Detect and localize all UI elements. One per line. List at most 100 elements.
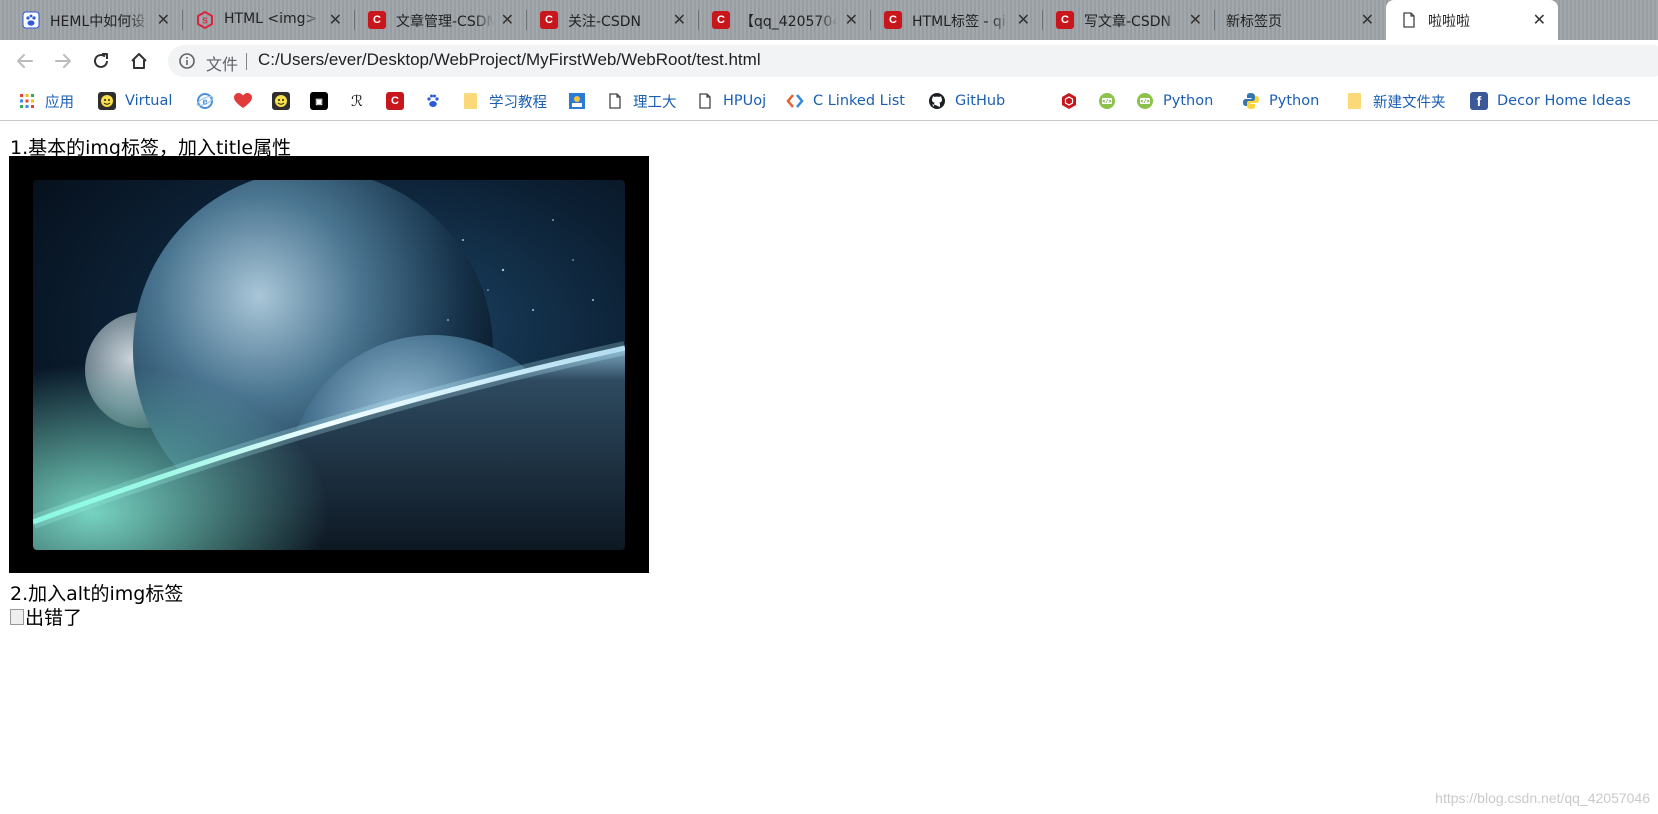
csdn-icon: C bbox=[368, 11, 386, 29]
bookmark-label: Python bbox=[1163, 93, 1214, 109]
image-alt-text: 出错了 bbox=[25, 607, 83, 629]
tab-title: 【qq_4205704 bbox=[740, 14, 838, 30]
bookmark-label: HPUoj bbox=[723, 93, 767, 109]
bookmark-ie[interactable]: e bbox=[196, 90, 214, 112]
bookmark-label: Python bbox=[1269, 93, 1320, 109]
forward-button[interactable] bbox=[50, 48, 76, 74]
tab-follow-csdn[interactable]: C 关注-CSDN ✕ bbox=[526, 0, 698, 40]
reload-button[interactable] bbox=[88, 48, 114, 74]
tab-title: HTML标签 - qi bbox=[912, 14, 1006, 30]
bookmark-github[interactable]: GitHub bbox=[928, 90, 1005, 112]
bookmark-label: 应用 bbox=[45, 94, 74, 111]
black-square-icon: ▣ bbox=[310, 92, 328, 110]
close-icon[interactable]: ✕ bbox=[845, 10, 858, 29]
bookmark-decor-home-ideas[interactable]: f Decor Home Ideas bbox=[1470, 90, 1631, 112]
python-icon bbox=[1242, 92, 1260, 110]
tab-write-article[interactable]: C 写文章-CSDN ✕ bbox=[1042, 0, 1214, 40]
csdn-icon: C bbox=[884, 11, 902, 29]
close-icon[interactable]: ✕ bbox=[1189, 10, 1202, 29]
close-icon[interactable]: ✕ bbox=[1361, 10, 1374, 29]
svg-text:S: S bbox=[202, 17, 208, 26]
back-arrow-icon bbox=[17, 54, 33, 68]
reload-icon bbox=[94, 53, 108, 68]
document-icon bbox=[696, 92, 714, 110]
smiley-icon bbox=[98, 92, 116, 110]
document-icon bbox=[606, 92, 624, 110]
bookmark-apps[interactable]: 应用 bbox=[18, 90, 74, 112]
tab-new-tab[interactable]: 新标签页 ✕ bbox=[1214, 0, 1386, 40]
watermark: https://blog.csdn.net/qq_42057046 bbox=[1435, 790, 1650, 806]
tab-html-tags[interactable]: C HTML标签 - qi ✕ bbox=[870, 0, 1042, 40]
apps-grid-icon bbox=[18, 92, 36, 110]
close-icon[interactable]: ✕ bbox=[157, 10, 170, 29]
tab-strip: HEML中如何设 ✕ S HTML <img> ✕ C 文章管理-CSDN ✕ … bbox=[0, 0, 1658, 40]
bookmark-picture[interactable] bbox=[568, 90, 586, 112]
bookmark-baidu[interactable] bbox=[424, 90, 442, 112]
bookmark-folder-tutorials[interactable]: 学习教程 bbox=[462, 90, 547, 112]
tab-title: HEML中如何设 bbox=[50, 14, 146, 30]
bookmark-hpuoj[interactable]: HPUoj bbox=[696, 90, 766, 112]
tab-article-manage[interactable]: C 文章管理-CSDN ✕ bbox=[354, 0, 526, 40]
bookmark-csdn[interactable]: C bbox=[386, 90, 404, 112]
bookmark-label: C Linked List bbox=[813, 93, 905, 109]
tab-baidu[interactable]: HEML中如何设 ✕ bbox=[8, 0, 182, 40]
bookmark-label: Virtual bbox=[125, 93, 173, 109]
bookmark-black-square[interactable]: ▣ bbox=[310, 90, 328, 112]
red-cube-icon bbox=[1060, 92, 1078, 110]
bookmark-label: 新建文件夹 bbox=[1373, 94, 1446, 111]
smiley-icon bbox=[272, 92, 290, 110]
bookmark-python-2[interactable]: Python bbox=[1242, 90, 1319, 112]
omnibox-divider bbox=[246, 53, 247, 70]
home-button[interactable] bbox=[126, 48, 152, 74]
bookmark-ligongda[interactable]: 理工大 bbox=[606, 90, 677, 112]
document-icon bbox=[1400, 11, 1418, 29]
bookmark-label: GitHub bbox=[955, 93, 1006, 109]
page-content: 1.基本的img标签，加入title属性 2.加入alt的img标签 出错了 h… bbox=[0, 121, 1658, 814]
bookmark-python-1[interactable]: </> Python bbox=[1136, 90, 1213, 112]
url-text[interactable]: C:/Users/ever/Desktop/WebProject/MyFirst… bbox=[258, 50, 761, 70]
bookmark-new-folder[interactable]: 新建文件夹 bbox=[1346, 90, 1446, 112]
broken-image: 出错了 bbox=[10, 603, 82, 630]
heart-icon bbox=[234, 92, 252, 110]
bookmark-green-code[interactable]: </> bbox=[1098, 90, 1116, 112]
folder-icon bbox=[462, 92, 480, 110]
address-bar[interactable]: 文件 C:/Users/ever/Desktop/WebProject/MyFi… bbox=[168, 45, 1658, 77]
tab-title: 写文章-CSDN bbox=[1084, 14, 1171, 30]
bookmark-script[interactable]: ℛ bbox=[348, 90, 366, 112]
csdn-icon: C bbox=[386, 92, 404, 110]
csdn-icon: C bbox=[712, 11, 730, 29]
bookmark-heart[interactable] bbox=[234, 90, 252, 112]
bookmark-virtual[interactable]: Virtual bbox=[98, 90, 172, 112]
bookmark-red-cube[interactable] bbox=[1060, 90, 1078, 112]
picture-icon bbox=[568, 92, 586, 110]
tab-html-img[interactable]: S HTML <img> ✕ bbox=[182, 0, 354, 40]
bookmark-smiley[interactable] bbox=[272, 90, 290, 112]
tab-title: 新标签页 bbox=[1226, 14, 1282, 30]
baidu-icon bbox=[22, 11, 40, 29]
close-icon[interactable]: ✕ bbox=[501, 10, 514, 29]
tab-title: HTML <img> bbox=[224, 11, 318, 27]
info-icon[interactable] bbox=[178, 52, 196, 74]
tab-active-lalala[interactable]: 啦啦啦 ✕ bbox=[1386, 0, 1558, 40]
browser-window: HEML中如何设 ✕ S HTML <img> ✕ C 文章管理-CSDN ✕ … bbox=[0, 0, 1658, 814]
close-icon[interactable]: ✕ bbox=[1017, 10, 1030, 29]
svg-text:</>: </> bbox=[1140, 99, 1149, 105]
tab-qq-user[interactable]: C 【qq_4205704 ✕ bbox=[698, 0, 870, 40]
heading-line-2: 2.加入alt的img标签 bbox=[10, 583, 184, 605]
close-icon[interactable]: ✕ bbox=[1533, 10, 1546, 29]
svg-text:e: e bbox=[202, 97, 207, 107]
html-icon: S bbox=[196, 11, 214, 29]
csdn-icon: C bbox=[540, 11, 558, 29]
back-button[interactable] bbox=[12, 48, 38, 74]
bookmark-label: 理工大 bbox=[633, 94, 677, 111]
bookmark-c-linked-list[interactable]: C Linked List bbox=[786, 90, 905, 112]
close-icon[interactable]: ✕ bbox=[329, 10, 342, 29]
space-image bbox=[9, 156, 649, 573]
close-icon[interactable]: ✕ bbox=[673, 10, 686, 29]
folder-icon bbox=[1346, 92, 1364, 110]
scheme-label: 文件 bbox=[206, 55, 239, 74]
green-code-icon: </> bbox=[1098, 92, 1116, 110]
csdn-icon: C bbox=[1056, 11, 1074, 29]
bookmark-label: 学习教程 bbox=[489, 94, 547, 111]
forward-arrow-icon bbox=[55, 54, 71, 68]
